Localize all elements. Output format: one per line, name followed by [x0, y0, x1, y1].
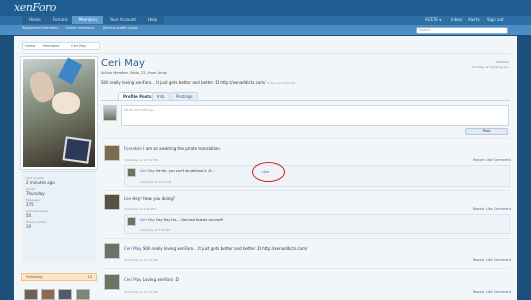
comment-text: He He, you can't do without it :D...	[155, 169, 215, 173]
following-avatar[interactable]	[58, 289, 72, 300]
following-label: Following	[26, 275, 43, 279]
recent-profile-posts-link[interactable]: Recent profile posts	[103, 26, 138, 30]
post-text: I am so awaiting the pirate translation.	[143, 146, 222, 151]
post-text: Still really loving xenForo... It just g…	[142, 246, 308, 251]
post-message: Ceri May Still really loving xenForo... …	[124, 246, 307, 251]
comment-link[interactable]: Comment	[494, 207, 511, 211]
header-bar	[0, 0, 531, 16]
stat-value: 2 minutes ago	[26, 180, 55, 185]
divider	[101, 268, 510, 269]
inbox-link[interactable]: Inbox	[451, 16, 462, 24]
my-avatar	[103, 105, 117, 121]
post-actions: Report Like Comment	[473, 258, 511, 262]
tab-your-account[interactable]: Your Account	[103, 16, 144, 24]
status-composer[interactable]: Write something...	[121, 105, 509, 126]
post-author[interactable]: Lee	[124, 196, 131, 201]
tab-info[interactable]: Info	[152, 92, 170, 100]
post-message: Forsaken I am so awaiting the pirate tra…	[124, 146, 221, 151]
alerts-link[interactable]: Alerts	[468, 16, 480, 24]
like-link[interactable]: Like	[486, 258, 493, 262]
post-author[interactable]: Ceri May	[124, 277, 142, 282]
post-avatar[interactable]	[104, 274, 120, 290]
report-link[interactable]: Report	[473, 158, 485, 162]
profile-name: Ceri May	[101, 58, 145, 69]
post-avatar[interactable]	[104, 145, 120, 161]
post-actions: Report Like Comment	[473, 207, 511, 211]
report-link[interactable]: Report	[473, 207, 485, 211]
profile-status: Still really loving xenForo... It just g…	[101, 80, 295, 85]
avatar-photo-segment	[52, 92, 80, 114]
post-message: Ceri May Loving xenForo :D	[124, 277, 179, 282]
comment-time: Yesterday at 10:14 PM	[140, 180, 172, 184]
comment-time: Yesterday at 5:32 PM	[140, 228, 170, 232]
comment-link[interactable]: Comment	[494, 158, 511, 162]
comment-message: Ceri May He He, you can't do without it …	[140, 169, 215, 173]
unfollow-link[interactable]: Unfollow	[496, 60, 509, 64]
post-time[interactable]: Yesterday at 12:43 PM	[124, 258, 157, 262]
report-link[interactable]: Report	[473, 258, 485, 262]
following-count[interactable]: 10	[88, 274, 92, 280]
divider	[101, 238, 510, 239]
like-link[interactable]: Like	[486, 290, 493, 294]
following-avatar[interactable]	[41, 289, 55, 300]
post-time[interactable]: Yesterday at 10:11 PM	[124, 158, 157, 162]
comment-avatar[interactable]	[127, 168, 136, 177]
stat-value[interactable]: 28	[26, 224, 31, 229]
stat-value: 275	[26, 202, 34, 207]
online-members-link[interactable]: Online members	[65, 26, 94, 30]
sign-out-link[interactable]: Sign out	[487, 16, 504, 24]
tab-home[interactable]: Home	[22, 16, 49, 24]
comment-author[interactable]: Ceri May	[140, 218, 155, 222]
avatar-photo-segment	[62, 136, 92, 164]
stat-value: Thursday	[26, 191, 45, 196]
report-link[interactable]: Report	[473, 290, 485, 294]
following-avatar[interactable]	[24, 289, 38, 300]
post-actions: Report Like Comment	[473, 158, 511, 162]
following-you-note: Ceri May is following you	[471, 65, 509, 69]
comment-avatar[interactable]	[127, 217, 136, 226]
post-avatar[interactable]	[104, 194, 120, 210]
comment-link[interactable]: Comment	[494, 290, 511, 294]
site-logo[interactable]: xenForo	[14, 1, 56, 14]
comment-link[interactable]: Comment	[494, 258, 511, 262]
annotation-circle	[252, 162, 285, 182]
search-input[interactable]: Search...	[416, 27, 508, 34]
user-menu[interactable]: ACETE ▾	[425, 16, 441, 24]
following-panel-header: Following 10	[21, 273, 97, 281]
tab-profile-posts[interactable]: Profile Posts	[118, 92, 157, 100]
comment-box	[124, 214, 510, 234]
comment-message: Ceri May Hey Hey Ho.... Not bad thanks y…	[140, 218, 223, 222]
tab-members[interactable]: Members	[72, 16, 106, 24]
following-avatar[interactable]	[76, 289, 90, 300]
breadcrumb-current[interactable]: Ceri May	[71, 43, 86, 49]
post-author[interactable]: Forsaken	[124, 146, 142, 151]
like-link[interactable]: Like	[486, 207, 493, 211]
profile-meta: Active Member, Male, 22, from Array	[101, 71, 168, 75]
status-text: Still really loving xenForo... It just g…	[101, 80, 266, 85]
comment-text: Hey Hey Ho.... Not bad thanks yourself!	[155, 218, 224, 222]
tab-postings[interactable]: Postings	[171, 92, 198, 100]
breadcrumb-home[interactable]: Home	[25, 43, 35, 49]
stat-value: 50	[26, 213, 32, 218]
post-text: Loving xenForo :D	[142, 277, 179, 282]
divider	[101, 190, 510, 191]
post-text: Hey! How you doing?	[132, 196, 175, 201]
post-actions: Report Like Comment	[473, 290, 511, 294]
tab-underline	[101, 100, 510, 101]
comment-author[interactable]: Ceri May	[140, 169, 155, 173]
post-time[interactable]: Yesterday at 5:06 PM	[124, 207, 156, 211]
post-avatar[interactable]	[104, 243, 120, 259]
divider	[101, 138, 510, 139]
like-link[interactable]: Like	[486, 158, 493, 162]
post-message: Lee Hey! How you doing?	[124, 196, 175, 201]
post-button[interactable]: Post	[465, 128, 508, 135]
breadcrumb-members[interactable]: Members	[43, 43, 59, 49]
status-time: Friday at 10:42 PM	[266, 81, 295, 85]
tab-help[interactable]: Help	[141, 16, 166, 24]
registered-members-link[interactable]: Registered members	[22, 26, 58, 30]
post-author[interactable]: Ceri May	[124, 246, 142, 251]
post-time[interactable]: Yesterday at 11:35 AM	[124, 290, 158, 294]
divider	[22, 53, 510, 54]
